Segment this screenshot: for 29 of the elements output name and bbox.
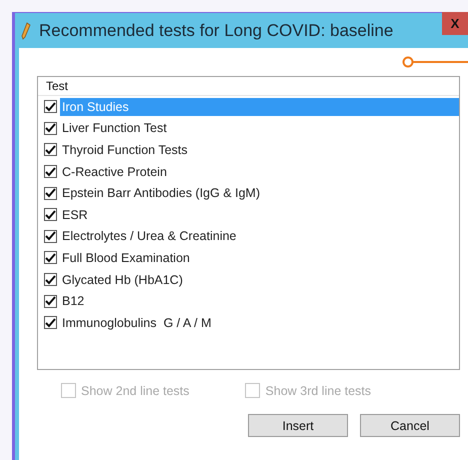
window-title: Recommended tests for Long COVID: baseline [39,20,394,40]
checkbox[interactable] [44,143,57,156]
cancel-button[interactable]: Cancel [360,414,460,437]
insert-button[interactable]: Insert [248,414,348,437]
checkbox[interactable] [44,273,57,286]
test-item[interactable]: C-Reactive Protein [60,162,459,181]
checkbox[interactable] [44,208,57,222]
close-button[interactable]: X [442,12,468,35]
checkbox[interactable] [44,165,57,178]
checkbox[interactable] [44,316,57,330]
test-item[interactable]: B12 [60,292,459,310]
pencil-icon [21,22,31,40]
checkbox[interactable] [44,122,57,135]
column-header: Test [38,77,459,96]
test-item[interactable]: Thyroid Function Tests [60,140,459,159]
test-item[interactable]: Liver Function Test [60,119,459,138]
option-label: Show 3rd line tests [265,384,372,398]
test-item[interactable]: Full Blood Examination [60,248,459,267]
checkbox[interactable] [44,100,57,114]
test-item[interactable]: ESR [60,206,459,224]
checkbox[interactable] [44,251,57,264]
test-item[interactable]: Immunoglobulins G / A / M [60,314,459,332]
option-label: Show 2nd line tests [81,384,190,398]
test-item[interactable]: Glycated Hb (HbA1C) [60,270,459,289]
checkbox[interactable] [44,230,57,243]
test-item[interactable]: Electrolytes / Urea & Creatinine [60,227,459,246]
checkbox[interactable] [44,294,57,308]
test-item[interactable]: Epstein Barr Antibodies (IgG & IgM) [60,184,459,202]
checkbox[interactable] [44,186,57,200]
